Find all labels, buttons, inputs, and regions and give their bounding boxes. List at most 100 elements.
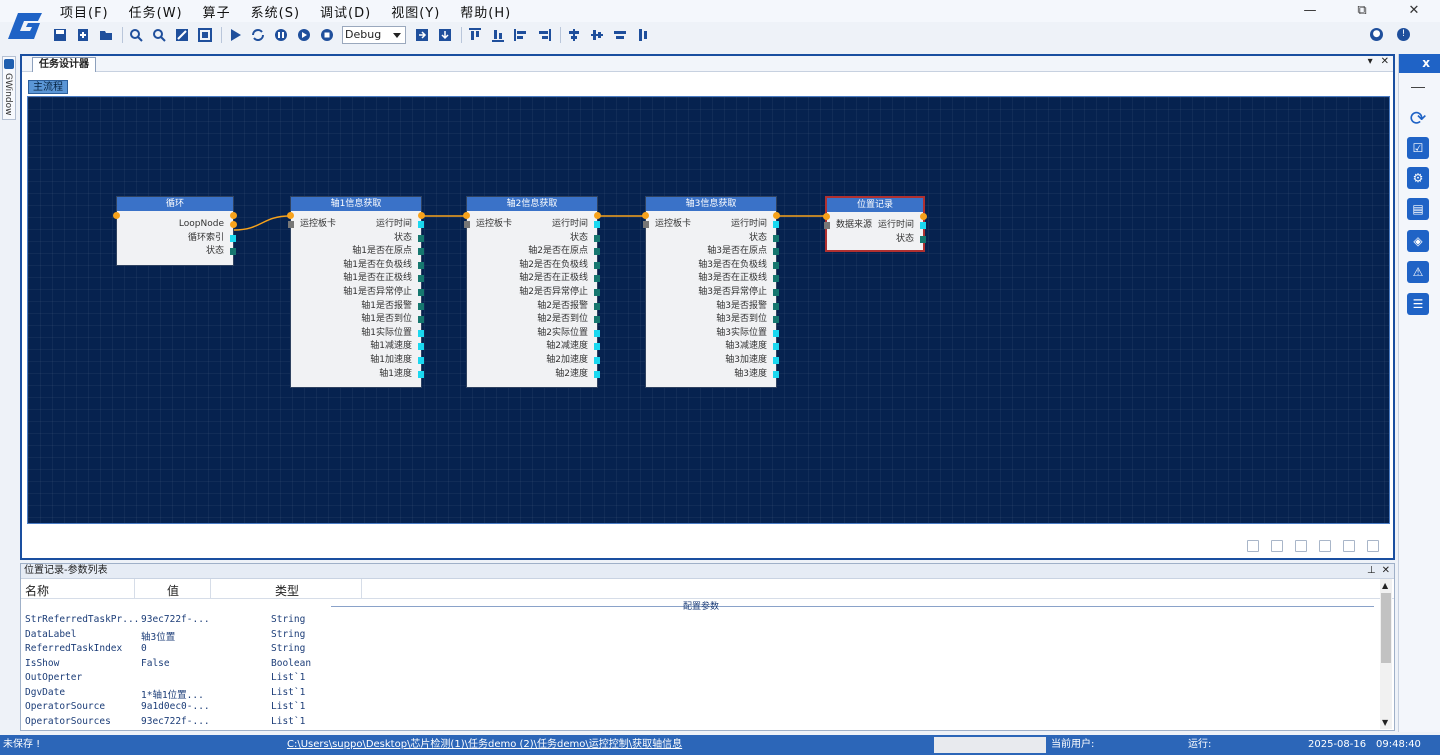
output-pin[interactable]	[594, 370, 600, 378]
table-row[interactable]: DataLabel 轴3位置 String	[21, 628, 1394, 643]
output-pin[interactable]	[773, 261, 779, 269]
table-row[interactable]: OperatorSource 9a1d0ec0-... List`1	[21, 700, 1394, 715]
user-icon[interactable]: ●	[1370, 28, 1383, 41]
align-bottom-icon[interactable]	[488, 25, 508, 45]
minimize-button[interactable]: —	[1284, 0, 1336, 22]
import-icon[interactable]	[412, 25, 432, 45]
table-row[interactable]: ReferredTaskIndex 0 String	[21, 642, 1394, 657]
gwindow-side-tab[interactable]: GWindow	[2, 56, 16, 120]
list-icon[interactable]: ☰	[1407, 293, 1429, 315]
copy-icon[interactable]	[1319, 540, 1331, 552]
duplicate-icon[interactable]	[1295, 540, 1307, 552]
output-pin[interactable]	[594, 288, 600, 296]
input-pin[interactable]	[643, 221, 649, 228]
output-pin[interactable]	[773, 288, 779, 296]
close-icon[interactable]: x	[1399, 54, 1440, 73]
build-config-select[interactable]: Debug	[342, 26, 406, 44]
output-pin[interactable]	[418, 275, 424, 283]
vertical-scrollbar[interactable]: ▲ ▼	[1380, 579, 1392, 729]
output-pin[interactable]	[920, 235, 926, 243]
export-icon[interactable]	[435, 25, 455, 45]
pause-icon[interactable]	[271, 25, 291, 45]
run-icon[interactable]	[225, 25, 245, 45]
output-pin[interactable]	[594, 316, 600, 324]
fit-icon[interactable]	[172, 25, 192, 45]
step-icon[interactable]	[294, 25, 314, 45]
info-icon[interactable]: !	[1397, 28, 1410, 41]
menu-operator[interactable]: 算子	[203, 2, 231, 21]
distribute-h-icon[interactable]	[610, 25, 630, 45]
align-right-icon[interactable]	[534, 25, 554, 45]
output-pin[interactable]	[418, 343, 424, 351]
output-pin[interactable]	[594, 221, 600, 228]
input-pin[interactable]	[464, 221, 470, 228]
output-pin[interactable]	[773, 343, 779, 351]
delete-icon[interactable]	[1343, 540, 1355, 552]
input-pin[interactable]	[288, 221, 294, 228]
output-pin[interactable]	[773, 316, 779, 324]
network-icon[interactable]: ⟳	[1407, 107, 1429, 129]
distribute-v-icon[interactable]	[633, 25, 653, 45]
output-pin[interactable]	[594, 275, 600, 283]
menu-view[interactable]: 视图(Y)	[391, 2, 440, 21]
output-pin[interactable]	[594, 234, 600, 242]
node-axis2-info[interactable]: 轴2信息获取 运控板卡 运行时间 状态 轴2是否在原点 轴2是否在负极线 轴2是否在正极线轴…	[463, 196, 601, 388]
menu-help[interactable]: 帮助(H)	[460, 2, 511, 21]
output-pin[interactable]	[594, 302, 600, 310]
layers-icon[interactable]: ◈	[1407, 230, 1429, 252]
output-pin[interactable]	[773, 356, 779, 364]
output-pin[interactable]	[418, 221, 424, 228]
output-pin[interactable]	[920, 222, 926, 229]
output-pin[interactable]	[230, 248, 236, 256]
output-pin[interactable]	[230, 234, 236, 242]
panel-close-icon[interactable]: ✕	[1381, 56, 1389, 67]
table-row[interactable]: IsShow False Boolean	[21, 657, 1394, 672]
output-pin[interactable]	[773, 329, 779, 337]
align-top-icon[interactable]	[465, 25, 485, 45]
output-pin[interactable]	[594, 343, 600, 351]
settings-list-icon[interactable]: ⚙	[1407, 167, 1429, 189]
menu-debug[interactable]: 调试(D)	[320, 2, 371, 21]
output-pin[interactable]	[773, 234, 779, 242]
stop-icon[interactable]	[317, 25, 337, 45]
node-loop[interactable]: 循环 LoopNode 循环索引 状态	[113, 196, 237, 266]
output-pin[interactable]	[418, 370, 424, 378]
output-pin[interactable]	[418, 329, 424, 337]
flow-canvas[interactable]: 循环 LoopNode 循环索引 状态 轴1信息获取 运控板卡 运行时间 状态 轴1是否…	[27, 96, 1390, 524]
output-pin[interactable]	[594, 329, 600, 337]
table-row[interactable]: DgvDate 1*轴1位置... List`1	[21, 686, 1394, 701]
paste-layout-icon[interactable]	[1271, 540, 1283, 552]
loop-output-port[interactable]	[230, 221, 237, 228]
node-position-record[interactable]: 位置记录 数据来源 运行时间 状态	[823, 196, 927, 252]
node-axis1-info[interactable]: 轴1信息获取 运控板卡 运行时间 状态 轴1是否在原点 轴1是否在负极线 轴1是否在正极线轴…	[287, 196, 425, 388]
output-pin[interactable]	[594, 261, 600, 269]
menu-system[interactable]: 系统(S)	[251, 2, 300, 21]
output-pin[interactable]	[418, 316, 424, 324]
output-pin[interactable]	[773, 221, 779, 228]
output-pin[interactable]	[773, 370, 779, 378]
copy-layout-icon[interactable]	[1247, 540, 1259, 552]
dropdown-icon[interactable]: ▾	[1368, 56, 1373, 67]
align-left-icon[interactable]	[511, 25, 531, 45]
output-pin[interactable]	[418, 356, 424, 364]
warning-icon[interactable]: ⚠	[1407, 261, 1429, 283]
tab-main-flow[interactable]: 主流程	[28, 80, 68, 94]
close-button[interactable]: ✕	[1388, 0, 1440, 22]
center-horizontal-icon[interactable]	[587, 25, 607, 45]
node-axis3-info[interactable]: 轴3信息获取 运控板卡 运行时间 状态 轴3是否在原点 轴3是否在负极线 轴3是否在正极线轴…	[642, 196, 780, 388]
restore-button[interactable]: ⧉	[1336, 0, 1388, 22]
zoom-out-icon[interactable]	[149, 25, 169, 45]
center-vertical-icon[interactable]	[564, 25, 584, 45]
frame-icon[interactable]	[195, 25, 215, 45]
menu-task[interactable]: 任务(W)	[129, 2, 183, 21]
output-pin[interactable]	[594, 248, 600, 256]
zoom-in-icon[interactable]	[126, 25, 146, 45]
table-icon[interactable]: ▤	[1407, 198, 1429, 220]
output-pin[interactable]	[773, 275, 779, 283]
output-pin[interactable]	[418, 302, 424, 310]
output-pin[interactable]	[418, 288, 424, 296]
loop-run-icon[interactable]	[248, 25, 268, 45]
table-row[interactable]: OperatorSources 93ec722f-... List`1	[21, 715, 1394, 730]
checklist-icon[interactable]: ☑	[1407, 137, 1429, 159]
menu-project[interactable]: 项目(F)	[60, 2, 109, 21]
